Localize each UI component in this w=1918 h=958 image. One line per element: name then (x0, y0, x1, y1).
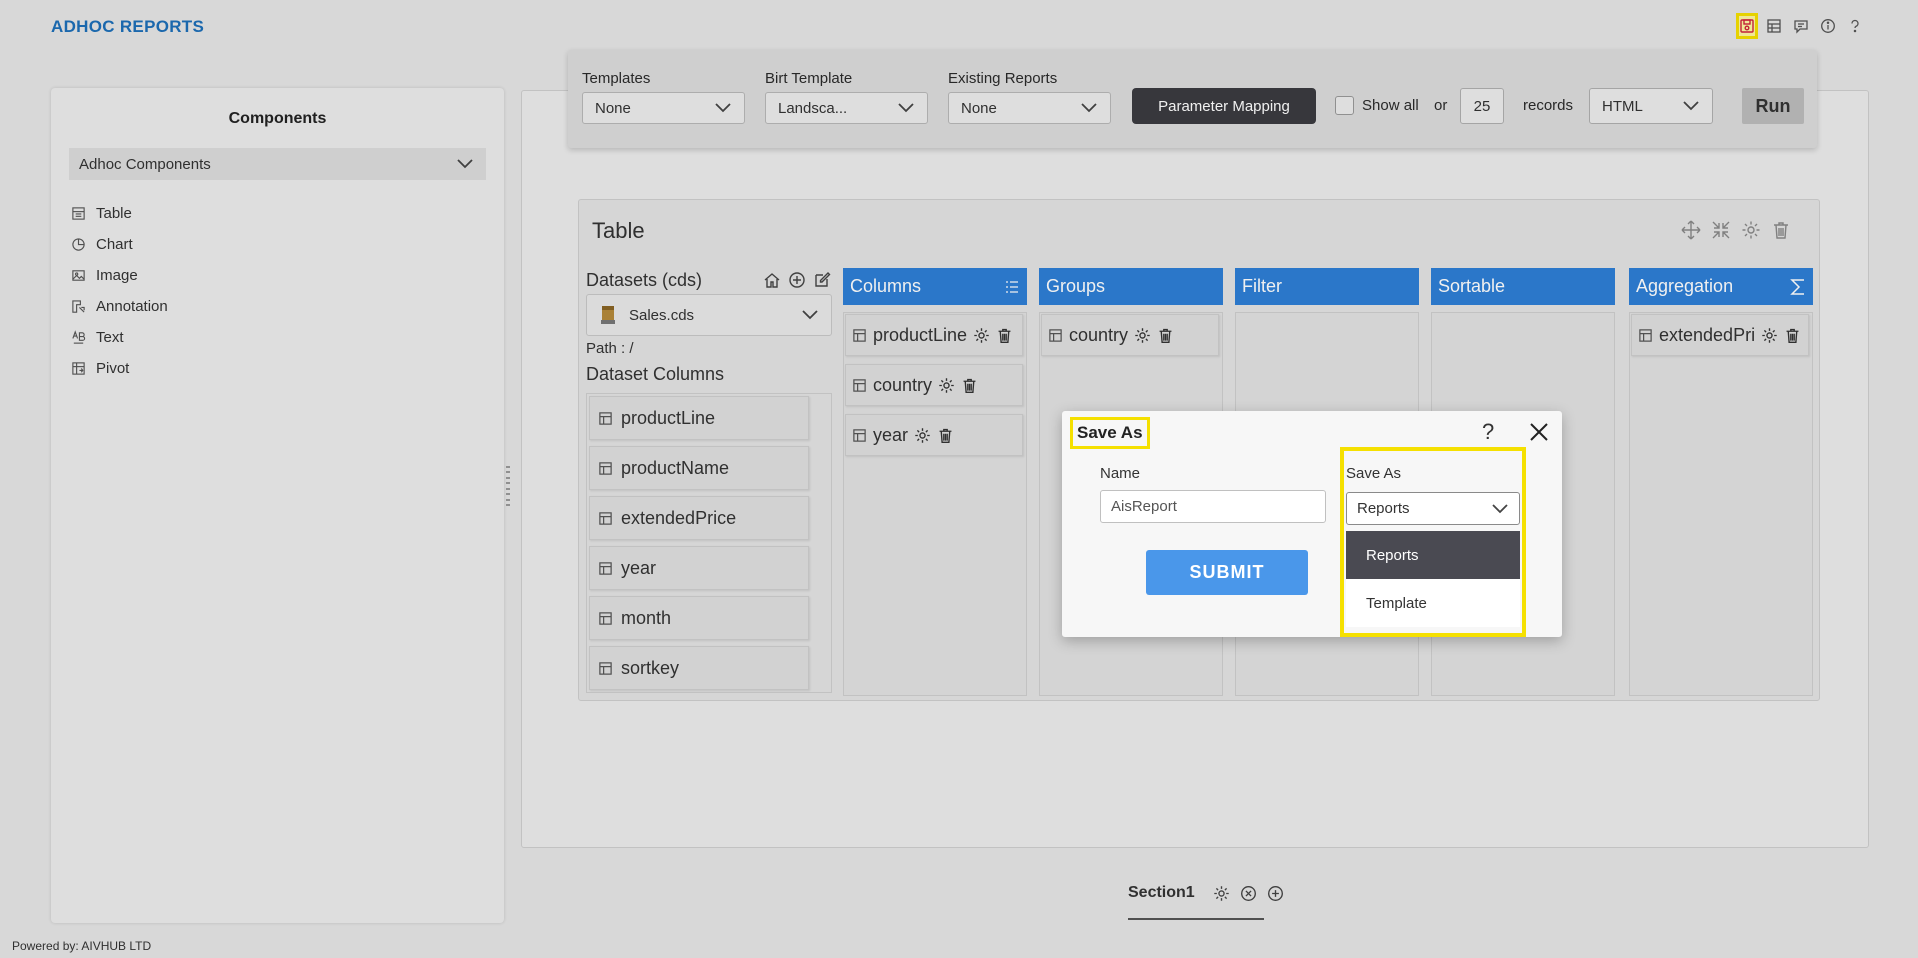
save-as-type-select[interactable]: Reports (1346, 492, 1520, 525)
name-label: Name (1100, 465, 1141, 482)
submit-button[interactable]: SUBMIT (1146, 550, 1308, 595)
close-icon[interactable] (1528, 421, 1550, 443)
chevron-down-icon (1492, 503, 1508, 513)
save-as-type-field: Save As Reports Reports Template (1340, 447, 1526, 637)
dialog-title: Save As (1070, 417, 1150, 449)
modal-backdrop (0, 0, 1918, 958)
save-as-type-value: Reports (1357, 500, 1410, 517)
save-as-option-template[interactable]: Template (1346, 579, 1520, 627)
help-icon[interactable]: ? (1482, 419, 1494, 445)
name-input[interactable]: AisReport (1100, 490, 1326, 523)
save-as-option-reports[interactable]: Reports (1346, 531, 1520, 579)
save-as-type-label: Save As (1346, 465, 1402, 482)
save-as-dialog: Save As ? Name AisReport SUBMIT Save As … (1062, 411, 1562, 637)
